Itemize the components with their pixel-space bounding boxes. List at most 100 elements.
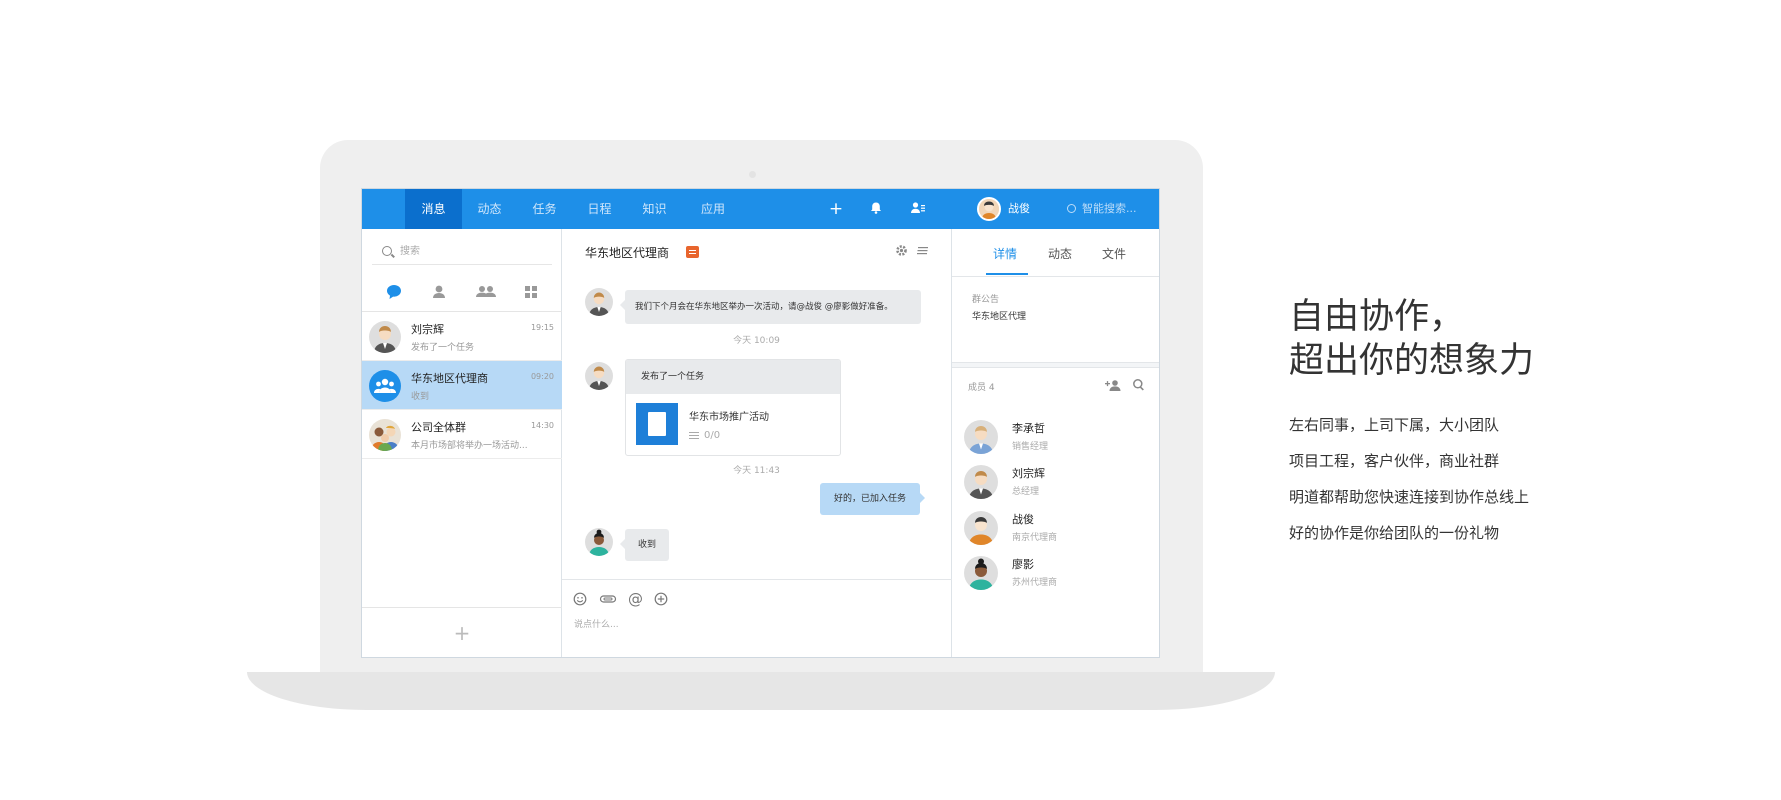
announcement-tag-icon[interactable] — [686, 246, 699, 258]
message-timestamp: 今天 10:09 — [733, 336, 780, 346]
apps-grid-icon[interactable] — [522, 283, 540, 301]
person-icon[interactable] — [430, 283, 448, 301]
app-window: 消息 动态 任务 日程 知识 应用 + 战俊 智能搜索... 搜索 刘宗辉 19… — [361, 188, 1160, 658]
task-card-header: 发布了一个任务 — [626, 360, 840, 394]
task-document-icon — [636, 403, 678, 445]
nav-tab-knowledge[interactable]: 知识 — [627, 189, 682, 229]
checklist-icon — [689, 432, 699, 439]
conversation-panel: 搜索 刘宗辉 19:15 发布了一个任务 华东地区代理商 09:20 收到 公司… — [362, 229, 562, 657]
member-name: 刘宗辉 — [1012, 467, 1045, 480]
details-tabs: 详情 动态 文件 — [952, 229, 1159, 277]
message-timestamp: 今天 11:43 — [733, 466, 780, 476]
task-progress: 0/0 — [704, 430, 721, 441]
conversation-list: 刘宗辉 19:15 发布了一个任务 华东地区代理商 09:20 收到 公司全体群… — [362, 311, 562, 459]
member-name: 李承哲 — [1012, 422, 1045, 435]
user-name[interactable]: 战俊 — [1008, 189, 1030, 229]
task-name: 华东市场推广活动 — [689, 412, 769, 423]
conversation-time: 09:20 — [530, 372, 554, 381]
nav-tab-feed[interactable]: 动态 — [462, 189, 517, 229]
chat-panel: 华东地区代理商 我们下个月会在华东地区举办一次活动，请@战俊 @廖影做好准备。 … — [562, 229, 952, 657]
search-icon — [382, 246, 392, 256]
member-role: 销售经理 — [1012, 442, 1049, 452]
member-role: 总经理 — [1012, 487, 1040, 497]
member-name: 廖影 — [1012, 558, 1034, 571]
member-name: 战俊 — [1012, 513, 1034, 526]
avatar — [964, 420, 998, 454]
chat-bubble-icon[interactable] — [385, 283, 403, 301]
contacts-icon[interactable] — [910, 201, 926, 217]
tab-files[interactable]: 文件 — [1102, 245, 1126, 262]
tagline-line: 好的协作是你给团队的一份礼物 — [1289, 524, 1500, 542]
conversation-name: 公司全体群 — [411, 421, 466, 434]
tab-details[interactable]: 详情 — [993, 245, 1017, 262]
conversation-time: 19:15 — [530, 323, 554, 332]
avatar — [369, 370, 401, 402]
conversation-name: 刘宗辉 — [411, 323, 444, 336]
divider — [952, 362, 1159, 368]
global-search[interactable]: 智能搜索... — [1067, 189, 1137, 229]
conversation-preview: 本月市场部将举办一场活动... — [411, 441, 528, 451]
member-role: 苏州代理商 — [1012, 578, 1058, 588]
gear-icon[interactable] — [895, 244, 908, 260]
avatar[interactable] — [585, 362, 613, 390]
nav-tab-calendar[interactable]: 日程 — [572, 189, 627, 229]
menu-icon[interactable] — [916, 244, 929, 260]
member-role: 南京代理商 — [1012, 533, 1058, 543]
user-avatar[interactable] — [977, 197, 1001, 221]
tagline-line: 左右同事，上司下属，大小团队 — [1289, 416, 1500, 434]
headline-line-2: 超出你的想象力 — [1289, 341, 1535, 381]
member-item[interactable]: 廖影 苏州代理商 — [962, 552, 1152, 596]
announcement-text: 华东地区代理 — [972, 312, 1027, 322]
new-conversation-button[interactable]: + — [362, 607, 562, 657]
conversation-item-selected[interactable]: 华东地区代理商 09:20 收到 — [362, 361, 562, 410]
avatar[interactable] — [585, 288, 613, 316]
active-tab-indicator — [986, 273, 1028, 275]
conversation-item[interactable]: 刘宗辉 19:15 发布了一个任务 — [362, 312, 562, 361]
tagline-line: 项目工程，客户伙伴，商业社群 — [1289, 452, 1500, 470]
conversation-time: 14:30 — [530, 421, 554, 430]
members-count: 成员 4 — [968, 383, 995, 393]
plus-icon[interactable]: + — [828, 201, 844, 218]
top-nav-bar: 消息 动态 任务 日程 知识 应用 + 战俊 智能搜索... — [362, 189, 1159, 229]
tab-feed[interactable]: 动态 — [1048, 245, 1072, 262]
avatar — [369, 321, 401, 353]
conversation-filters — [362, 277, 562, 307]
conversation-preview: 发布了一个任务 — [411, 343, 475, 353]
avatar — [964, 465, 998, 499]
member-item[interactable]: 战俊 南京代理商 — [962, 507, 1152, 551]
search-icon[interactable] — [1132, 378, 1146, 395]
task-card[interactable]: 发布了一个任务 华东市场推广活动 0/0 — [625, 359, 841, 456]
announcement-label: 群公告 — [972, 295, 1000, 305]
add-member-icon[interactable] — [1104, 378, 1122, 395]
global-search-placeholder: 智能搜索... — [1082, 202, 1137, 215]
message-input[interactable]: 说点什么... — [574, 617, 619, 630]
headline: 自由协作， 超出你的想象力 — [1289, 295, 1534, 383]
nav-tab-messages[interactable]: 消息 — [405, 189, 462, 229]
mention-icon[interactable]: @ — [628, 592, 643, 607]
conversation-item[interactable]: 公司全体群 14:30 本月市场部将举办一场活动... — [362, 410, 562, 459]
emoji-icon[interactable] — [573, 592, 587, 606]
member-item[interactable]: 李承哲 销售经理 — [962, 416, 1152, 460]
nav-tab-apps[interactable]: 应用 — [682, 189, 744, 229]
laptop-base — [247, 672, 1275, 710]
message-bubble: 我们下个月会在华东地区举办一次活动，请@战俊 @廖影做好准备。 — [620, 290, 921, 324]
attachment-icon[interactable] — [599, 592, 617, 606]
nav-tab-tasks[interactable]: 任务 — [517, 189, 572, 229]
conversation-name: 华东地区代理商 — [411, 372, 488, 385]
details-panel: 详情 动态 文件 群公告 华东地区代理 成员 4 李承哲 销售经理 刘宗辉 总经… — [952, 229, 1159, 657]
message-bubble-mine: 好的，已加入任务 — [820, 483, 925, 515]
group-icon[interactable] — [475, 283, 497, 301]
avatar — [964, 511, 998, 545]
tagline-line: 明道都帮助您快速连接到协作总线上 — [1289, 488, 1530, 506]
add-circle-icon[interactable] — [654, 592, 668, 606]
avatar — [964, 556, 998, 590]
headline-line-1: 自由协作， — [1289, 297, 1465, 337]
bell-icon[interactable] — [868, 201, 884, 217]
conversation-search-input[interactable]: 搜索 — [372, 239, 552, 265]
conversation-search-placeholder: 搜索 — [400, 246, 420, 257]
member-item[interactable]: 刘宗辉 总经理 — [962, 461, 1152, 505]
avatar[interactable] — [585, 528, 613, 556]
chat-title: 华东地区代理商 — [585, 246, 670, 260]
camera-dot — [749, 171, 756, 178]
avatar — [369, 419, 401, 451]
